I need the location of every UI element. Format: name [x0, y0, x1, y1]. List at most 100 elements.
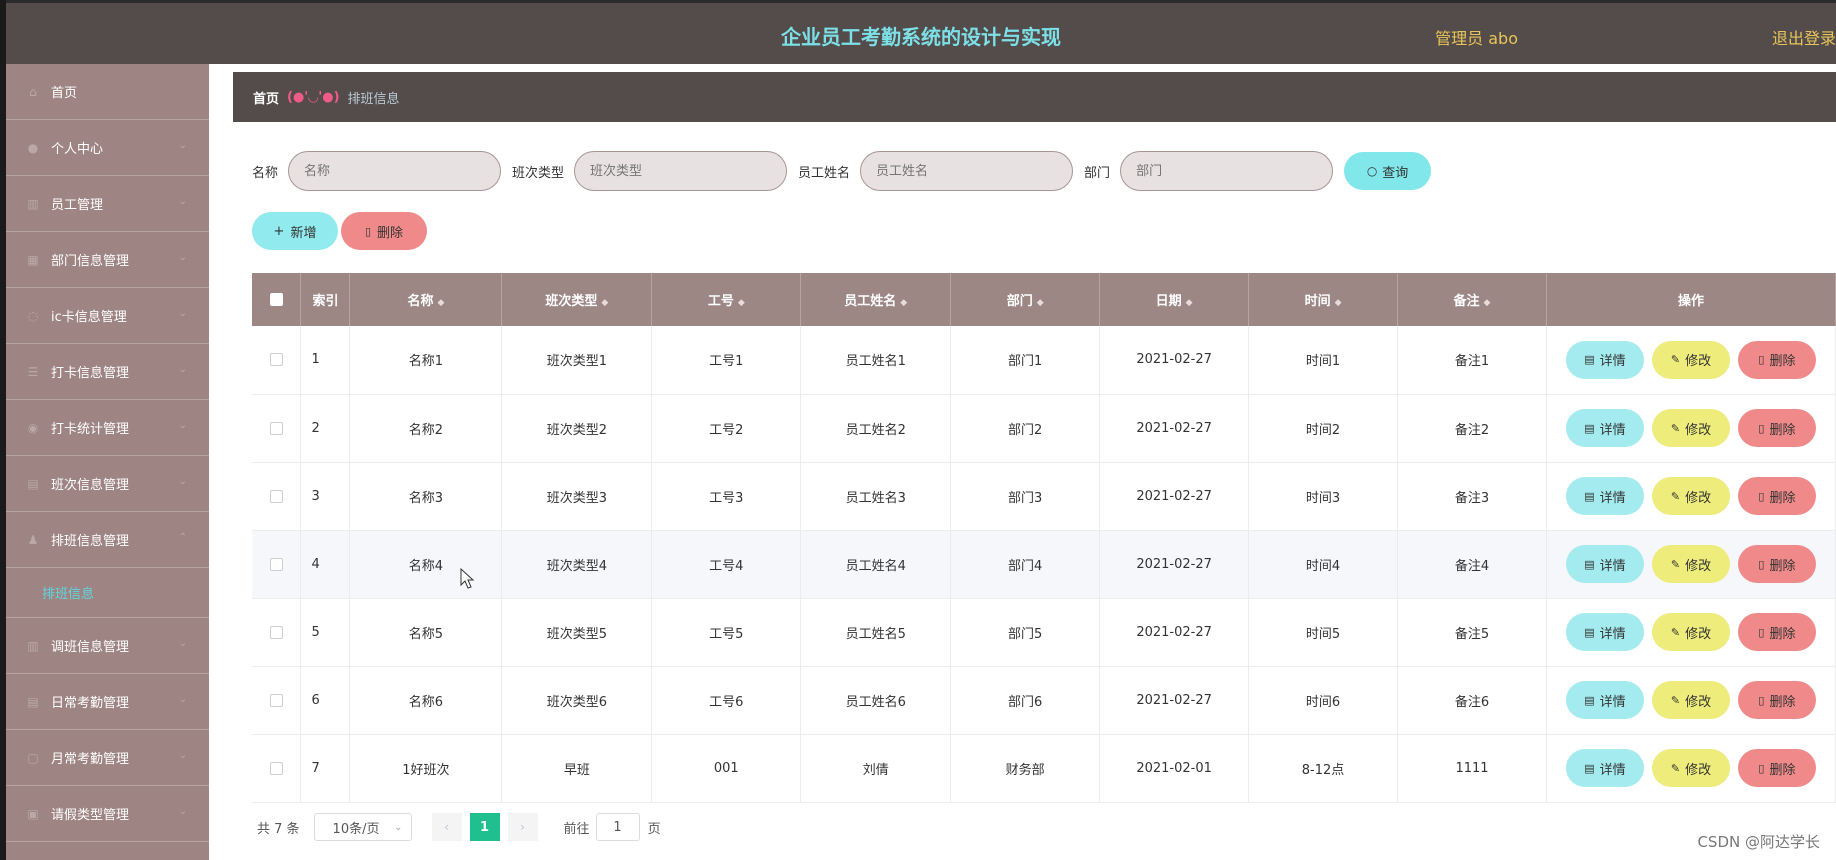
detail-button[interactable]: ▤ 详情	[1565, 749, 1644, 787]
detail-button[interactable]: ▤ 详情	[1565, 681, 1644, 719]
detail-button-label: 详情	[1599, 422, 1626, 438]
name-input[interactable]	[288, 151, 502, 191]
row-checkbox[interactable]	[269, 489, 283, 503]
calendar-icon: ▤	[27, 476, 39, 491]
row-select-cell[interactable]	[252, 666, 302, 734]
chevron-down-icon: ⌄	[178, 694, 187, 705]
select-all-checkbox[interactable]	[269, 293, 283, 306]
edit-button[interactable]: ✎ 修改	[1651, 477, 1730, 515]
row-checkbox[interactable]	[269, 353, 283, 367]
sidebar-item-employees[interactable]: ▥ 员工管理 ⌄	[6, 176, 209, 232]
edit-button[interactable]: ✎ 修改	[1651, 749, 1730, 787]
department-input[interactable]	[1120, 151, 1334, 191]
sort-icon[interactable]: ◆	[900, 298, 907, 308]
detail-button[interactable]: ▤ 详情	[1565, 613, 1644, 651]
column-header[interactable]: 日期 ◆	[1099, 273, 1250, 326]
row-checkbox[interactable]	[269, 557, 283, 571]
row-checkbox[interactable]	[269, 421, 283, 435]
sidebar-item-home[interactable]: ⌂ 首页	[6, 64, 209, 120]
detail-button[interactable]: ▤ 详情	[1565, 477, 1644, 515]
goto-page-input[interactable]: 1	[595, 813, 640, 841]
select-all-cell[interactable]	[252, 273, 302, 326]
column-header[interactable]: 班次类型 ◆	[501, 273, 653, 326]
row-checkbox[interactable]	[269, 625, 283, 639]
table-cell: 1	[300, 326, 351, 394]
row-select-cell[interactable]	[252, 326, 302, 394]
delete-button[interactable]: ▯ 删除	[1737, 613, 1816, 651]
employee-name-input[interactable]	[860, 151, 1074, 191]
admin-user[interactable]: 管理员 abo	[1435, 25, 1518, 49]
sidebar-item-scheduling[interactable]: ♟ 排班信息管理 ⌃	[6, 512, 209, 568]
row-select-cell[interactable]	[252, 530, 302, 598]
next-page-button[interactable]: ›	[507, 813, 538, 841]
sort-icon[interactable]: ◆	[1037, 298, 1044, 308]
sidebar-item-leave-types[interactable]: ▣ 请假类型管理 ⌄	[6, 786, 209, 842]
column-header[interactable]: 时间 ◆	[1248, 273, 1399, 326]
row-select-cell[interactable]	[252, 734, 302, 802]
row-select-cell[interactable]	[252, 462, 302, 530]
sort-icon[interactable]: ◆	[1484, 298, 1491, 308]
add-button[interactable]: + 新增	[252, 212, 338, 250]
bulk-delete-button[interactable]: ▯ 删除	[341, 212, 427, 250]
row-actions-cell: ▤ 详情 ✎ 修改 ▯ 删除	[1546, 530, 1836, 598]
breadcrumb-separator: (●'◡'●)	[287, 89, 340, 105]
page-size-select[interactable]: 10条/页 ⌄	[313, 813, 412, 841]
sidebar-item-personal[interactable]: ● 个人中心 ⌄	[6, 120, 209, 176]
prev-page-button[interactable]: ‹	[431, 813, 462, 841]
edit-button[interactable]: ✎ 修改	[1651, 409, 1730, 447]
column-header[interactable]: 名称 ◆	[349, 273, 503, 326]
total-count: 共 7 条	[257, 821, 300, 837]
table-cell: 时间1	[1248, 326, 1399, 394]
detail-button[interactable]: ▤ 详情	[1565, 340, 1644, 379]
pencil-icon: ✎	[1670, 625, 1681, 639]
row-checkbox[interactable]	[269, 693, 283, 707]
edit-button[interactable]: ✎ 修改	[1651, 613, 1730, 651]
sidebar-item-shift-swap[interactable]: ▥ 调班信息管理 ⌄	[6, 618, 209, 674]
breadcrumb-home[interactable]: 首页	[253, 88, 279, 107]
column-header[interactable]: 员工姓名 ◆	[800, 273, 952, 326]
sidebar-item-punch[interactable]: ☰ 打卡信息管理 ⌄	[6, 344, 209, 400]
trash-icon: ▯	[1758, 353, 1765, 367]
delete-button[interactable]: ▯ 删除	[1737, 409, 1816, 447]
edit-button-label: 修改	[1685, 422, 1712, 438]
sidebar-subitem-schedule-info[interactable]: 排班信息	[6, 568, 209, 618]
row-checkbox[interactable]	[269, 761, 283, 775]
row-select-cell[interactable]	[252, 598, 302, 666]
page-number-button[interactable]: 1	[469, 813, 500, 841]
edit-button[interactable]: ✎ 修改	[1651, 681, 1730, 719]
sidebar-item-departments[interactable]: ▦ 部门信息管理 ⌄	[6, 232, 209, 288]
sidebar-item-iccard[interactable]: ◌ ic卡信息管理 ⌄	[6, 288, 209, 344]
delete-button[interactable]: ▯ 删除	[1737, 477, 1816, 515]
delete-button[interactable]: ▯ 删除	[1737, 749, 1816, 787]
delete-button[interactable]: ▯ 删除	[1737, 545, 1816, 583]
column-header[interactable]: 部门 ◆	[950, 273, 1101, 326]
table-cell: 部门3	[950, 462, 1101, 530]
row-select-cell[interactable]	[252, 394, 302, 462]
column-header[interactable]: 备注 ◆	[1397, 273, 1547, 326]
sort-icon[interactable]: ◆	[1335, 298, 1342, 308]
leave-icon: ▣	[27, 806, 39, 821]
detail-button[interactable]: ▤ 详情	[1565, 409, 1644, 447]
sidebar-item-monthly-attendance[interactable]: ▢ 月常考勤管理 ⌄	[6, 730, 209, 786]
query-button[interactable]: ○ 查询	[1344, 152, 1432, 190]
table-cell: 备注6	[1397, 666, 1547, 734]
delete-button[interactable]: ▯ 删除	[1737, 340, 1816, 379]
sidebar-item-shifts[interactable]: ▤ 班次信息管理 ⌄	[6, 456, 209, 512]
document-icon: ▤	[1584, 421, 1595, 435]
trash-icon: ▯	[1758, 625, 1765, 639]
pencil-icon: ✎	[1670, 693, 1681, 707]
edit-button[interactable]: ✎ 修改	[1651, 545, 1730, 583]
logout-link[interactable]: 退出登录	[1772, 25, 1836, 49]
shift-type-input[interactable]	[574, 151, 788, 191]
sidebar-item-punch-stats[interactable]: ◉ 打卡统计管理 ⌄	[6, 400, 209, 456]
sort-icon[interactable]: ◆	[437, 298, 444, 308]
sort-icon[interactable]: ◆	[601, 298, 608, 308]
edit-button[interactable]: ✎ 修改	[1651, 340, 1730, 379]
sidebar-item-daily-attendance[interactable]: ▤ 日常考勤管理 ⌄	[6, 674, 209, 730]
sort-icon[interactable]: ◆	[738, 298, 745, 308]
column-header[interactable]: 工号 ◆	[651, 273, 802, 326]
detail-button[interactable]: ▤ 详情	[1565, 545, 1644, 583]
sort-icon[interactable]: ◆	[1186, 298, 1193, 308]
table-cell: 员工姓名3	[800, 462, 952, 530]
delete-button[interactable]: ▯ 删除	[1737, 681, 1816, 719]
